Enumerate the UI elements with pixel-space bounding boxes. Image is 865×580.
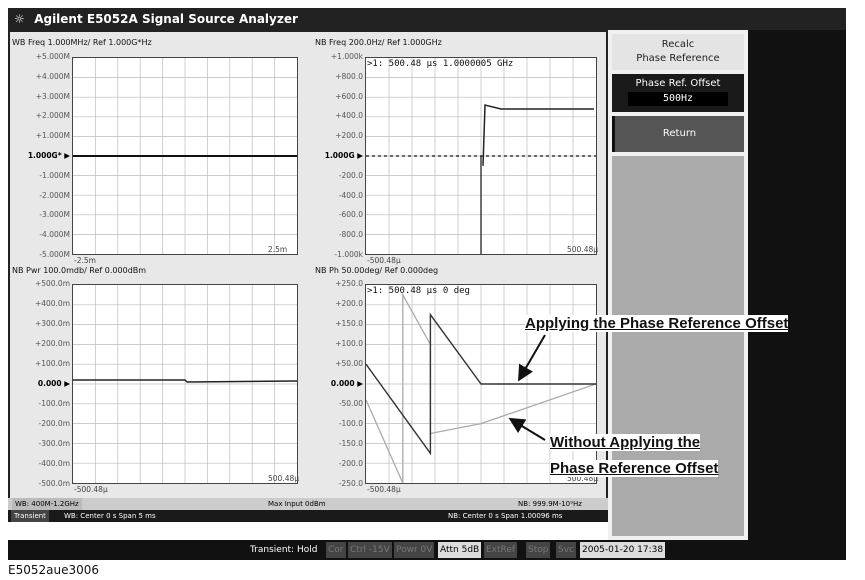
phase-ref-offset-softkey[interactable]: Phase Ref. Offset 500Hz — [612, 74, 744, 112]
marker-readout-nb-freq: >1: 500.48 μs 1.0000005 GHz — [367, 59, 514, 69]
y-tick-label: -200.0 — [338, 459, 363, 468]
y-tick-label: +200.0 — [335, 299, 363, 308]
y-tick-label: +250.0 — [335, 279, 363, 288]
phase-ref-offset-label: Phase Ref. Offset — [635, 78, 721, 89]
x-tick-label-end: 500.48μ — [567, 245, 599, 254]
annotation-applying-offset: Applying the Phase Reference Offset — [525, 315, 789, 332]
y-tick-label: -400.0 — [338, 190, 363, 200]
marker-readout-nb-ph: >1: 500.48 μs 0 deg — [367, 286, 470, 296]
y-tick-label: -200.0m — [38, 419, 70, 428]
power-voltage-indicator: Powr 0V — [394, 542, 435, 558]
plot-nb-pwr — [72, 284, 298, 484]
phase-ref-offset-value: 500Hz — [628, 92, 728, 106]
plot-wb-freq — [72, 57, 298, 255]
y-tick-label: -300.0m — [38, 439, 70, 448]
y-tick-label: +5.000M — [35, 52, 70, 61]
y-tick-label: +1.000M — [35, 131, 70, 141]
extref-indicator: ExtRef — [484, 542, 518, 558]
transient-mode-label: Transient — [11, 510, 49, 522]
y-tick-label: -1.000k — [334, 250, 363, 259]
y-tick-label: +800.0 — [335, 71, 363, 81]
y-tick-label: -5.000M — [39, 250, 70, 259]
wb-sweep-info: WB: Center 0 s Span 5 ms — [64, 512, 156, 520]
x-tick-label-start: -500.48μ — [74, 485, 108, 494]
svc-indicator: Svc — [556, 542, 576, 558]
date-time: 2005-01-20 17:38 — [580, 542, 666, 558]
y-tick-label: 0.000 ▶ — [37, 379, 70, 388]
y-tick-label: +3.000M — [35, 91, 70, 101]
x-tick-label-start: -2.5m — [74, 256, 96, 265]
annotation-without-offset-line1: Without Applying the — [550, 434, 701, 451]
x-tick-label-end: 500.48μ — [268, 474, 300, 483]
y-tick-label: +1.000k — [330, 52, 363, 61]
stop-indicator: Stop — [526, 542, 551, 558]
y-tick-label: -3.000M — [39, 210, 70, 220]
softkey-blank-area — [612, 156, 744, 536]
y-tick-label: -250.0 — [338, 479, 363, 488]
y-tick-label: -500.0m — [38, 479, 70, 488]
y-tick-label: +300.0m — [34, 319, 70, 328]
y-tick-label: +200.0m — [34, 339, 70, 348]
y-tick-label: -50.00 — [338, 399, 363, 408]
panel-title-nb-pwr: NB Pwr 100.0mdb/ Ref 0.000dBm — [12, 266, 147, 275]
y-tick-label: -2.000M — [39, 190, 70, 200]
y-tick-label: +50.00 — [335, 359, 363, 368]
nb-sweep-info: NB: Center 0 s Span 1.00096 ms — [448, 512, 563, 520]
y-tick-label: -200.0 — [338, 170, 363, 180]
window-title: Agilent E5052A Signal Source Analyzer — [34, 12, 298, 26]
attenuation-indicator: Attn 5dB — [438, 542, 482, 558]
figure-caption: E5052aue3006 — [8, 563, 100, 577]
return-softkey[interactable]: Return — [612, 116, 744, 152]
window-title-bar: ☼ Agilent E5052A Signal Source Analyzer — [8, 8, 846, 30]
y-tick-label: +400.0 — [335, 111, 363, 121]
y-tick-label: +4.000M — [35, 71, 70, 81]
plot-nb-ph — [365, 284, 597, 484]
y-tick-label: -600.0 — [338, 210, 363, 220]
panel-title-nb-freq: NB Freq 200.0Hz/ Ref 1.000GHz — [315, 38, 442, 47]
instrument-status-bar: Transient: Hold Cor Ctrl -15V Powr 0V At… — [8, 540, 846, 560]
y-tick-label: 1.000G ▶ — [324, 151, 363, 160]
y-tick-label: -1.000M — [39, 170, 70, 180]
cor-indicator: Cor — [326, 542, 346, 558]
recalc-label: Recalc — [661, 39, 695, 50]
y-tick-label: -400.0m — [38, 459, 70, 468]
y-tick-label: -100.0m — [38, 399, 70, 408]
y-tick-label: +100.0m — [34, 359, 70, 368]
y-tick-label: +500.0m — [34, 279, 70, 288]
y-tick-label: +150.0 — [335, 319, 363, 328]
ctrl-voltage-indicator: Ctrl -15V — [348, 542, 392, 558]
phase-reference-label: Phase Reference — [636, 53, 720, 64]
y-tick-label: 1.000G* ▶ — [27, 151, 70, 160]
y-tick-label: -4.000M — [39, 230, 70, 240]
y-tick-label: -800.0 — [338, 230, 363, 240]
plot-nb-freq — [365, 57, 597, 255]
y-tick-label: 0.000 ▶ — [330, 379, 363, 388]
y-tick-label: +400.0m — [34, 299, 70, 308]
channel-status-bar: WB: 400M-1.2GHz Max Input 0dBm NB: 999.9… — [8, 498, 608, 510]
x-tick-label-start: -500.48μ — [367, 485, 401, 494]
trace-nb-freq — [482, 104, 594, 166]
y-tick-label: +600.0 — [335, 91, 363, 101]
recalc-phase-reference-softkey[interactable]: Recalc Phase Reference — [612, 34, 744, 70]
max-input-status: Max Input 0dBm — [268, 500, 326, 508]
sun-logo-icon: ☼ — [14, 12, 25, 26]
sweep-info-bar: Transient WB: Center 0 s Span 5 ms NB: C… — [8, 510, 608, 522]
panel-title-wb-freq: WB Freq 1.000MHz/ Ref 1.000G*Hz — [12, 38, 152, 47]
y-tick-label: +200.0 — [335, 131, 363, 141]
panel-background — [748, 30, 846, 540]
panel-title-nb-ph: NB Ph 50.00deg/ Ref 0.000deg — [315, 266, 439, 275]
transient-hold-status: Transient: Hold — [250, 545, 318, 555]
y-tick-label: -150.0 — [338, 439, 363, 448]
y-tick-label: +100.0 — [335, 339, 363, 348]
x-tick-label-start: -500.48μ — [367, 256, 401, 265]
annotation-without-offset-line2: Phase Reference Offset — [550, 460, 719, 477]
x-tick-label-end: 2.5m — [268, 245, 288, 254]
y-tick-label: -100.0 — [338, 419, 363, 428]
nb-range-status: NB: 999.9M-10⁹Hz — [518, 500, 582, 508]
wb-range-status: WB: 400M-1.2GHz — [12, 498, 82, 510]
y-tick-label: +2.000M — [35, 111, 70, 121]
